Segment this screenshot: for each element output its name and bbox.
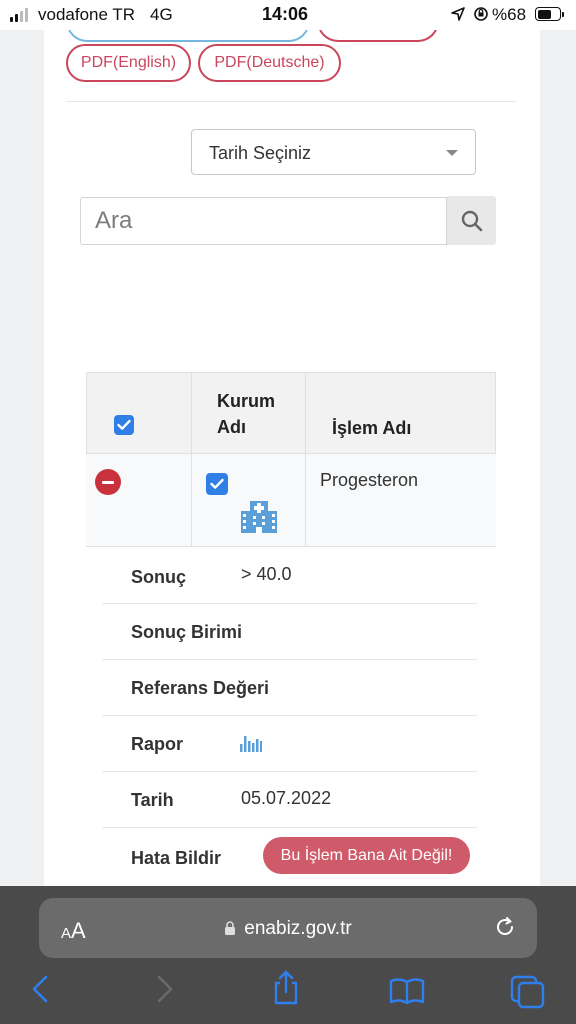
detail-label: Rapor [131,734,184,754]
carrier-name: vodafone TR [38,5,136,24]
search-button[interactable] [447,196,496,245]
cellular-signal-icon [10,8,28,22]
date-select-value: Tarih Seçiniz [209,143,312,163]
not-my-procedure-button[interactable]: Bu İşlem Bana Ait Değil! [263,837,470,874]
header-procedure: İşlem Adı [332,418,412,438]
date-select[interactable]: Tarih Seçiniz [191,129,476,175]
detail-row-reference: Referans Değeri [102,660,477,716]
status-time: 14:06 [262,4,309,24]
check-icon [117,419,131,430]
table-row: Progesteron [86,454,496,547]
column-divider [191,372,192,547]
detail-row-result: Sonuç > 40.0 [102,548,477,604]
tabs-icon[interactable] [510,975,546,1009]
location-arrow-icon [451,7,465,21]
detail-label: Tarih [131,790,174,810]
column-divider [305,372,306,547]
battery-icon [535,7,564,21]
status-bar: vodafone TR 4G 14:06 %68 [0,0,576,30]
detail-label: Sonuç [131,567,187,587]
detail-label: Hata Bildir [131,848,222,868]
lock-icon [225,921,236,935]
detail-row-date: Tarih 05.07.2022 [102,772,477,828]
network-type: 4G [150,5,173,24]
divider [66,101,516,102]
collapse-row-button[interactable] [95,469,121,495]
check-icon [210,478,224,489]
pdf-deutsche-button[interactable]: PDF(Deutsche) [198,44,341,82]
forward-icon[interactable] [155,974,175,1004]
search-input[interactable] [80,197,447,245]
detail-value: 05.07.2022 [241,788,332,808]
share-icon[interactable] [271,970,301,1006]
battery-percentage: %68 [492,5,527,24]
pdf-english-button[interactable]: PDF(English) [66,44,191,82]
bar-chart-icon[interactable] [240,734,262,752]
select-all-checkbox[interactable] [114,415,134,435]
row-checkbox[interactable] [206,473,228,495]
detail-row-unit: Sonuç Birimi [102,604,477,660]
detail-label: Sonuç Birimi [131,622,243,642]
rotation-lock-icon [474,7,488,21]
back-icon[interactable] [30,974,50,1004]
url-text: enabiz.gov.tr [244,918,352,939]
hospital-icon [241,501,277,533]
detail-label: Referans Değeri [131,678,270,698]
search-icon [461,210,482,231]
chevron-down-icon [446,150,458,156]
bookmarks-icon[interactable] [389,977,425,1005]
table-header-row: Kurum Adı İşlem Adı [86,372,496,454]
detail-row-report: Rapor [102,716,477,772]
header-institution: Kurum Adı [217,391,275,437]
address-bar[interactable]: AA enabiz.gov.tr [39,898,537,958]
browser-toolbar: AA enabiz.gov.tr [0,886,576,1024]
detail-value: > 40.0 [241,564,292,584]
procedure-name: Progesteron [320,470,419,490]
reload-icon[interactable] [493,915,517,939]
